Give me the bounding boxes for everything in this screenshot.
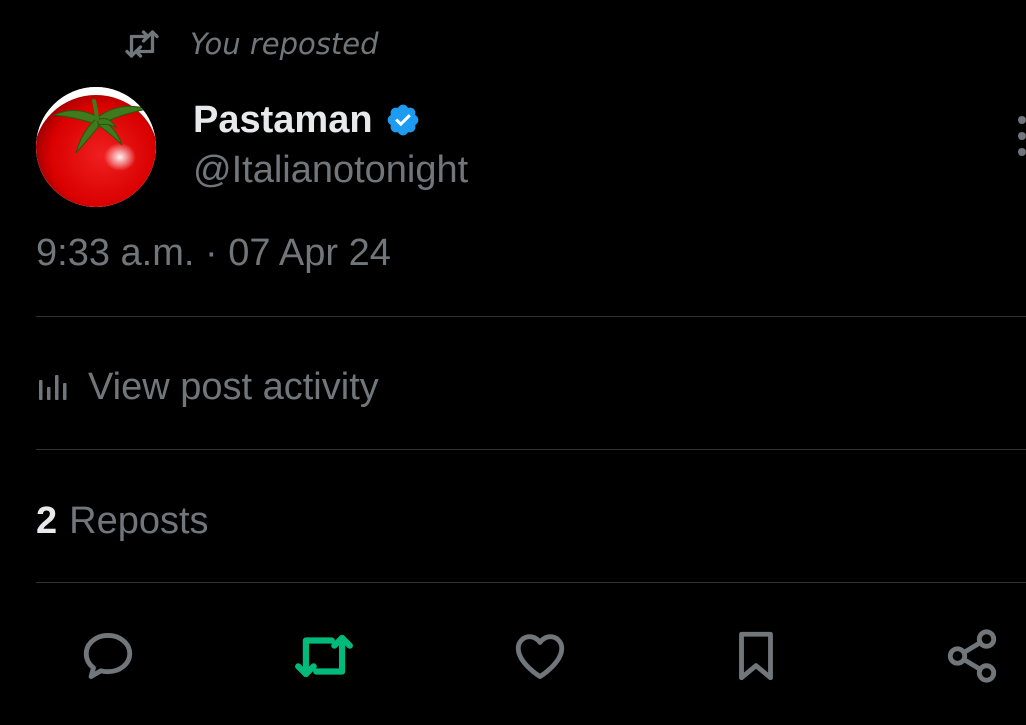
repost-button[interactable] [294,626,354,686]
divider [36,449,1026,450]
repost-context-label: You reposted [190,27,379,61]
divider [36,582,1026,583]
repost-icon [293,625,355,687]
avatar[interactable] [36,87,156,207]
bookmark-icon [727,627,785,685]
reply-icon [79,627,137,685]
reposts-stat[interactable]: 2 Reposts [36,494,209,548]
name-row: Pastaman [193,95,468,145]
view-post-activity-label: View post activity [88,365,379,408]
reposts-label: Reposts [69,499,209,542]
repost-icon [124,26,160,62]
view-post-activity-link[interactable]: View post activity [36,360,379,414]
heart-icon [511,627,569,685]
share-button[interactable] [942,626,1002,686]
verified-badge-icon[interactable] [385,102,421,138]
analytics-icon [36,370,70,404]
divider [36,316,1026,317]
handle[interactable]: @Italianotonight [193,145,468,195]
more-options-icon[interactable] [1008,112,1026,160]
reply-button[interactable] [78,626,138,686]
like-button[interactable] [510,626,570,686]
reposts-count: 2 [36,499,58,542]
post-timestamp[interactable]: 9:33 a.m. · 07 Apr 24 [36,232,391,275]
repost-context[interactable]: You reposted [124,22,379,66]
share-icon [943,627,1001,685]
author-block[interactable]: Pastaman @Italianotonight [193,95,468,195]
display-name[interactable]: Pastaman [193,99,373,142]
bookmark-button[interactable] [726,626,786,686]
